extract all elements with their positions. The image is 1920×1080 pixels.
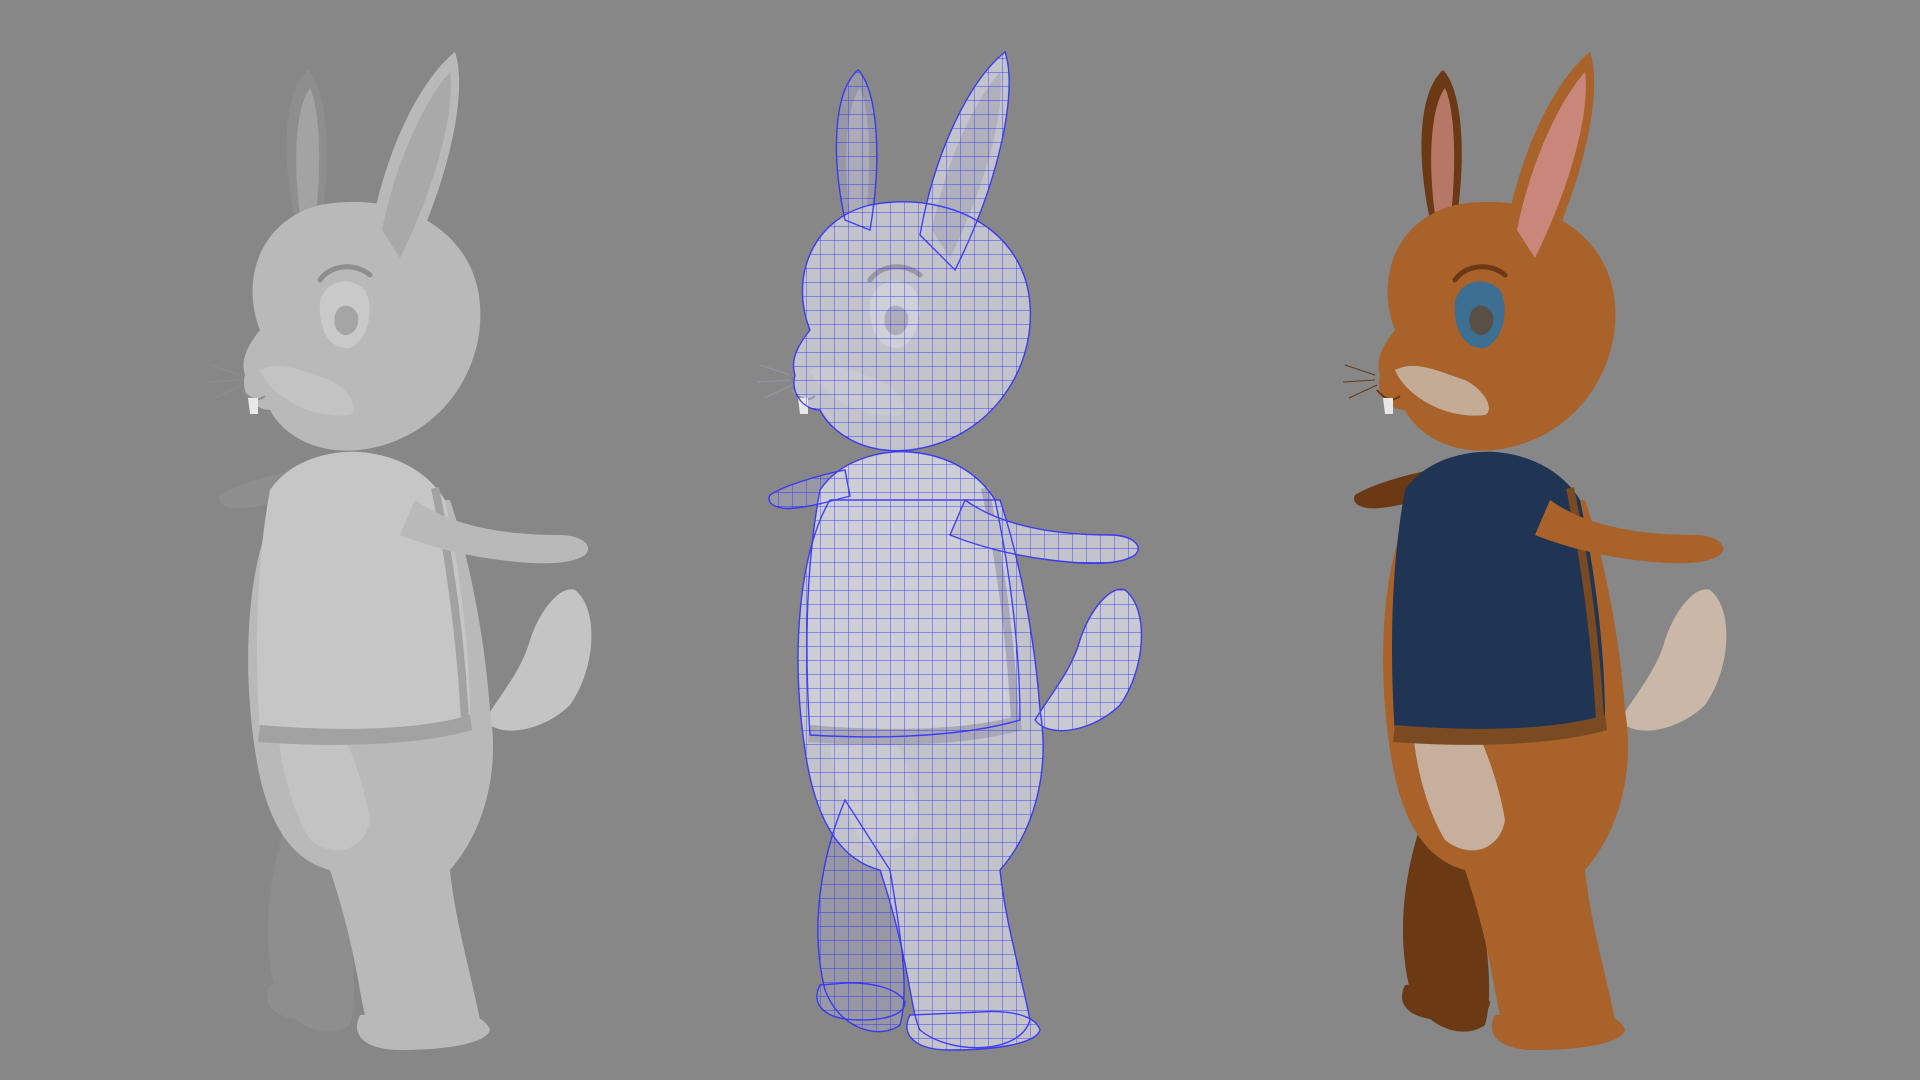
whisker: [757, 379, 791, 383]
whisker: [763, 384, 793, 399]
whisker: [1344, 364, 1376, 376]
whisker: [1342, 379, 1376, 383]
render-scene: [207, 50, 1727, 1051]
wire-mesh: [906, 1010, 1041, 1051]
viewport-background: [0, 0, 1920, 1080]
whisker: [759, 364, 791, 376]
whisker: [207, 379, 241, 383]
clay-render-bunny: [207, 52, 592, 1050]
wire-mesh: [1034, 588, 1143, 732]
whisker: [213, 384, 243, 399]
teeth: [1383, 398, 1393, 414]
wire-mesh: [806, 451, 1021, 738]
tail: [1620, 589, 1727, 731]
front-foot: [1491, 1011, 1625, 1050]
wireframe-render-bunny: [757, 50, 1143, 1051]
front-foot: [356, 1011, 490, 1050]
teeth: [248, 398, 258, 414]
wire-mesh: [792, 201, 1032, 452]
whisker: [1348, 384, 1378, 399]
tail: [485, 589, 592, 731]
textured-render-bunny: [1342, 52, 1727, 1050]
whisker: [209, 364, 241, 376]
wireframe-overlay: [768, 50, 1143, 1051]
